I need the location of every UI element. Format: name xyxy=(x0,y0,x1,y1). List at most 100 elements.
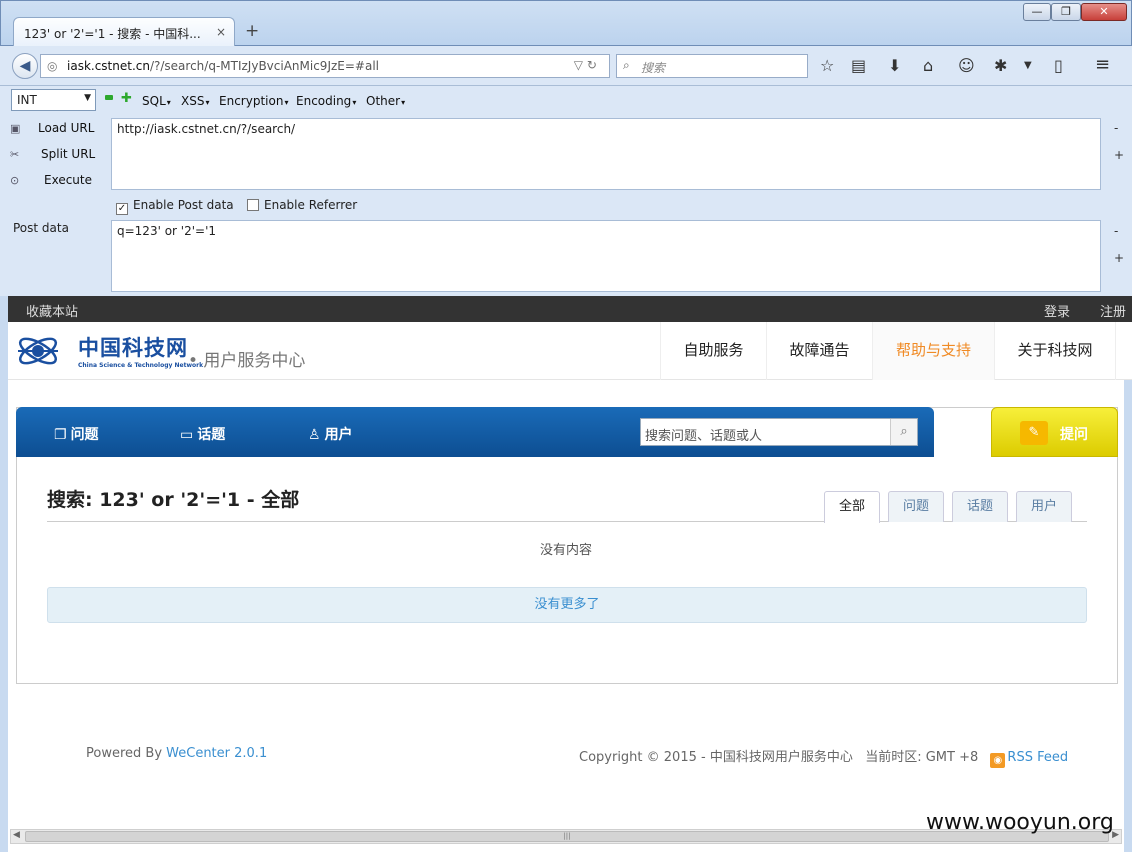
encoding-select-value: INT xyxy=(17,93,37,107)
checkbox-checked-icon: ✓ xyxy=(116,203,128,215)
enable-post-checkbox[interactable]: ✓ Enable Post data xyxy=(116,198,234,215)
site-search-icon[interactable]: ⌕ xyxy=(890,419,917,445)
ask-question-button[interactable]: ✎ 提问 xyxy=(991,407,1118,457)
back-button[interactable]: ◀ xyxy=(12,53,38,79)
result-tab-all[interactable]: 全部 xyxy=(824,491,880,523)
url-textarea[interactable]: http://iask.cstnet.cn/?/search/ xyxy=(111,118,1101,190)
enable-post-label: Enable Post data xyxy=(133,198,234,212)
search-icon: ⌕ xyxy=(623,58,630,72)
hackbar-panel: INT ▼ ✚ SQL XSS Encryption Encoding Othe… xyxy=(0,86,1132,296)
split-url-button[interactable]: ✂ Split URL xyxy=(10,147,95,161)
nav-help-support[interactable]: 帮助与支持 xyxy=(872,322,994,380)
site-logo-icon[interactable] xyxy=(16,330,60,372)
load-more-bar[interactable]: 没有更多了 xyxy=(47,587,1087,623)
scissors-icon: ✂ xyxy=(10,148,20,161)
download-icon[interactable]: ⬇ xyxy=(888,56,901,75)
menu-other[interactable]: Other xyxy=(366,94,405,108)
enable-referrer-checkbox[interactable]: Enable Referrer xyxy=(247,198,357,212)
enable-referrer-label: Enable Referrer xyxy=(264,198,358,212)
topic-icon: ▭ xyxy=(180,427,194,443)
result-tab-topics[interactable]: 话题 xyxy=(952,491,1008,522)
menu-encryption[interactable]: Encryption xyxy=(219,94,288,108)
globe-icon: ◎ xyxy=(47,59,58,73)
register-link[interactable]: 注册 xyxy=(1100,301,1126,320)
home-icon[interactable]: ⌂ xyxy=(923,56,933,75)
tab-title: 123' or '2'='1 - 搜索 - 中国科... xyxy=(24,27,201,41)
smiley-icon[interactable]: ☺ xyxy=(958,56,975,75)
rss-icon[interactable]: ◉ xyxy=(990,753,1006,768)
page-title: 搜索: 123' or '2'='1 - 全部 xyxy=(47,489,300,511)
watermark-text: www.wooyun.org xyxy=(926,810,1114,835)
ask-label: 提问 xyxy=(1060,427,1088,443)
firebug-icon[interactable]: ✱ xyxy=(994,56,1007,75)
back-arrow-icon: ◀ xyxy=(19,58,31,74)
result-tab-questions[interactable]: 问题 xyxy=(888,491,944,522)
menu-sql[interactable]: SQL xyxy=(142,94,171,108)
tab-questions-label: 问题 xyxy=(70,427,99,443)
user-icon: ♙ xyxy=(308,427,321,443)
post-area-minus[interactable]: - xyxy=(1114,224,1118,238)
load-url-button[interactable]: ▣ Load URL xyxy=(10,121,94,135)
question-icon: ❐ xyxy=(54,427,67,443)
post-data-textarea[interactable]: q=123' or '2'='1 xyxy=(111,220,1101,292)
new-tab-button[interactable]: + xyxy=(245,21,259,41)
address-bar[interactable]: ◎ iask.cstnet.cn/?/search/q-MTIzJyBvciAn… xyxy=(40,54,610,78)
tab-topics-label: 话题 xyxy=(197,427,226,443)
nav-fault-notice[interactable]: 故障通告 xyxy=(766,322,872,380)
bookmark-site-link[interactable]: 收藏本站 xyxy=(26,301,78,320)
content-tabbar: ❐ 问题 ▭ 话题 ♙ 用户 搜索问题、话题或人 ⌕ xyxy=(16,407,934,457)
window-left-border xyxy=(0,296,8,852)
tab-users[interactable]: ♙ 用户 xyxy=(308,424,353,444)
reading-list-icon[interactable]: ▤ xyxy=(851,56,866,75)
empty-state-text: 没有内容 xyxy=(539,543,592,558)
browser-navbar: ◀ ◎ iask.cstnet.cn/?/search/q-MTIzJyBvci… xyxy=(0,46,1132,86)
browser-search-input[interactable]: ⌕ 搜索 xyxy=(616,54,808,78)
result-tab-users[interactable]: 用户 xyxy=(1016,491,1072,522)
rss-feed-link[interactable]: RSS Feed xyxy=(1007,750,1068,765)
search-placeholder: 搜索 xyxy=(641,61,666,75)
logo-text-en: China Science & Technology Network xyxy=(78,362,204,369)
menu-xss[interactable]: XSS xyxy=(181,94,209,108)
decrease-icon[interactable] xyxy=(105,95,113,100)
execute-label: Execute xyxy=(44,173,92,187)
play-icon: ⊙ xyxy=(10,174,20,187)
scroll-left-icon[interactable]: ◀ xyxy=(13,830,20,840)
reload-icon[interactable]: ▽↻ xyxy=(574,58,601,72)
site-search-input[interactable]: 搜索问题、话题或人 ⌕ xyxy=(640,418,918,446)
select-arrow-icon: ▼ xyxy=(84,93,91,103)
minimize-button[interactable]: — xyxy=(1023,3,1051,21)
tab-questions[interactable]: ❐ 问题 xyxy=(54,424,99,444)
tab-users-label: 用户 xyxy=(324,427,353,443)
close-window-button[interactable]: ✕ xyxy=(1081,3,1127,21)
logo-subtitle: • 用户服务中心 xyxy=(188,351,306,371)
post-area-plus[interactable]: + xyxy=(1114,251,1124,265)
menu-icon[interactable]: ≡ xyxy=(1095,54,1110,75)
footer-copyright: Copyright © 2015 - 中国科技网用户服务中心 当前时区: GMT… xyxy=(579,746,1068,768)
menu-encoding[interactable]: Encoding xyxy=(296,94,356,108)
checkbox-unchecked-icon xyxy=(247,199,259,211)
powered-by-text: Powered By xyxy=(86,746,163,761)
encoding-select[interactable]: INT ▼ xyxy=(11,89,96,111)
url-path: /?/search/q-MTIzJyBvciAnMic9JzE=#all xyxy=(149,59,379,73)
split-url-label: Split URL xyxy=(41,147,96,161)
url-area-minus[interactable]: - xyxy=(1114,121,1118,135)
dropdown-chevron-icon[interactable]: ▼ xyxy=(1024,60,1032,71)
load-url-label: Load URL xyxy=(38,121,95,135)
url-area-plus[interactable]: + xyxy=(1114,148,1124,162)
nav-self-service[interactable]: 自助服务 xyxy=(660,322,766,380)
tab-topics[interactable]: ▭ 话题 xyxy=(180,424,225,444)
login-link[interactable]: 登录 xyxy=(1044,301,1070,320)
logo-text-cn: 中国科技网 xyxy=(78,335,188,360)
browser-titlebar: 123' or '2'='1 - 搜索 - 中国科... × + — ❐ ✕ xyxy=(0,0,1132,47)
browser-tab[interactable]: 123' or '2'='1 - 搜索 - 中国科... × xyxy=(13,17,235,47)
post-data-label: Post data xyxy=(13,221,69,235)
increase-icon[interactable]: ✚ xyxy=(121,91,132,106)
site-search-placeholder: 搜索问题、话题或人 xyxy=(645,429,763,444)
nav-about[interactable]: 关于科技网 xyxy=(994,322,1116,380)
execute-button[interactable]: ⊙ Execute xyxy=(10,173,92,187)
notes-icon[interactable]: ▯ xyxy=(1054,56,1063,75)
tab-close-icon[interactable]: × xyxy=(216,25,226,39)
maximize-button[interactable]: ❐ xyxy=(1051,3,1081,21)
wecenter-link[interactable]: WeCenter 2.0.1 xyxy=(166,746,267,761)
bookmark-star-icon[interactable]: ☆ xyxy=(820,56,834,75)
